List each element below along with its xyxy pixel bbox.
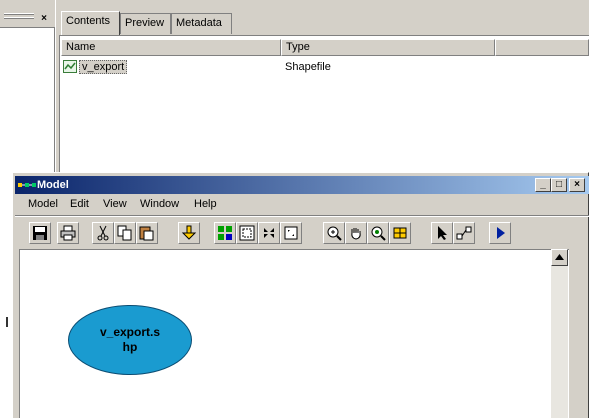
pan-icon[interactable] xyxy=(345,222,367,244)
menu-edit[interactable]: Edit xyxy=(68,197,91,211)
tab-contents[interactable]: Contents xyxy=(61,11,120,35)
vertical-scrollbar[interactable] xyxy=(551,249,568,418)
close-button[interactable]: × xyxy=(569,178,585,192)
tab-preview[interactable]: Preview xyxy=(120,13,171,34)
menu-window[interactable]: Window xyxy=(138,197,181,211)
connect-icon[interactable] xyxy=(453,222,475,244)
toolbar-separator xyxy=(15,215,589,217)
column-header-blank xyxy=(495,39,589,56)
minimize-button[interactable]: _ xyxy=(535,178,551,192)
data-node-ellipse[interactable]: v_export.s hp xyxy=(68,305,192,375)
full-extent-icon[interactable] xyxy=(236,222,258,244)
panel-grip[interactable] xyxy=(4,17,34,19)
menu-view[interactable]: View xyxy=(101,197,129,211)
model-app-icon xyxy=(17,177,37,192)
add-data-icon[interactable] xyxy=(178,222,200,244)
scroll-up-icon[interactable] xyxy=(551,249,568,266)
close-panel-icon[interactable]: × xyxy=(37,12,51,25)
node-label: v_export.s hp xyxy=(99,325,161,354)
maximize-button[interactable]: □ xyxy=(551,178,567,192)
shapefile-icon xyxy=(63,60,77,73)
copy-icon[interactable] xyxy=(114,222,136,244)
column-header-type[interactable]: Type xyxy=(281,39,495,56)
zoom-out-fixed-icon[interactable] xyxy=(280,222,302,244)
zoom-in-icon[interactable] xyxy=(323,222,345,244)
print-icon[interactable] xyxy=(57,222,79,244)
tab-metadata[interactable]: Metadata xyxy=(171,13,232,34)
menu-model[interactable]: Model xyxy=(26,197,60,211)
layer-icon[interactable] xyxy=(389,222,411,244)
model-window-title: Model xyxy=(37,179,69,191)
save-icon[interactable] xyxy=(29,222,51,244)
paste-icon[interactable] xyxy=(136,222,158,244)
list-item-name[interactable]: v_export xyxy=(79,60,128,74)
run-icon[interactable] xyxy=(489,222,511,244)
list-item-type: Shapefile xyxy=(285,61,331,73)
menu-help[interactable]: Help xyxy=(192,197,219,211)
zoom-out-icon[interactable] xyxy=(367,222,389,244)
panel-grip[interactable] xyxy=(4,13,34,15)
auto-layout-icon[interactable] xyxy=(214,222,236,244)
column-header-name[interactable]: Name xyxy=(61,39,281,56)
select-icon[interactable] xyxy=(431,222,453,244)
window-edge-mark xyxy=(6,317,8,327)
model-titlebar[interactable] xyxy=(15,176,589,194)
cut-icon[interactable] xyxy=(92,222,114,244)
zoom-in-fixed-icon[interactable] xyxy=(258,222,280,244)
